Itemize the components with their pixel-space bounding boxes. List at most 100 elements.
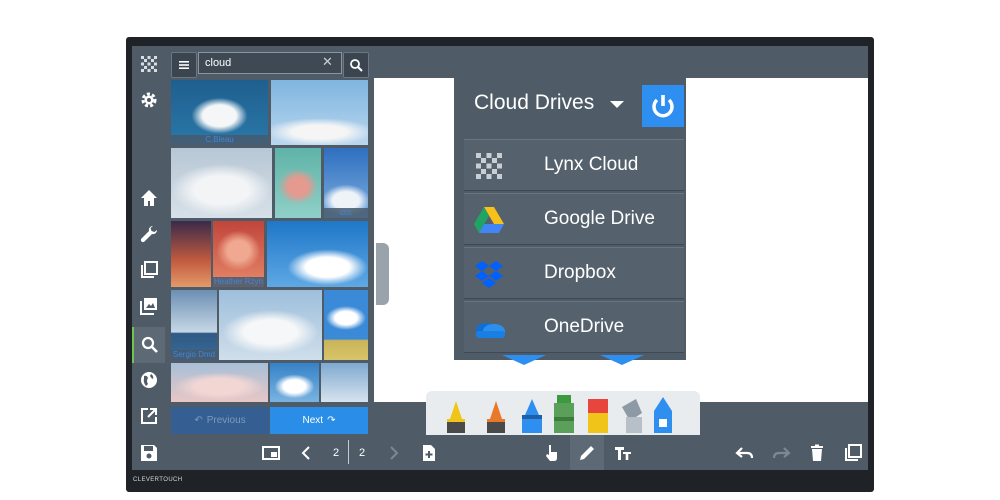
pen-tools-icon bbox=[447, 395, 672, 433]
undo-button[interactable] bbox=[730, 435, 760, 470]
shape-tool-icon bbox=[654, 397, 672, 433]
chevron-down-icon[interactable] bbox=[610, 101, 624, 108]
image-caption: Sergio Dmd bbox=[171, 350, 217, 360]
brand-logo: CLEVERTOUCH bbox=[133, 477, 183, 483]
image-result[interactable] bbox=[275, 148, 321, 218]
next-button[interactable]: Next ↷ bbox=[270, 407, 368, 434]
image-result[interactable] bbox=[324, 290, 368, 360]
external-link-icon bbox=[140, 408, 157, 424]
image-result[interactable] bbox=[321, 363, 368, 402]
panel-collapse-handle[interactable] bbox=[376, 243, 389, 305]
select-button[interactable] bbox=[536, 435, 566, 470]
image-search-panel: ✕ C.Bleau ccc Heather Rzyn bbox=[170, 51, 369, 434]
wrench-icon bbox=[140, 225, 157, 243]
power-button[interactable] bbox=[642, 85, 684, 127]
image-result[interactable]: ccc bbox=[324, 148, 368, 218]
current-page: 2 bbox=[328, 435, 344, 470]
home-icon bbox=[140, 190, 157, 206]
lynx-logo-icon bbox=[476, 153, 502, 179]
image-results-grid: C.Bleau ccc Heather Rzyn Sergio Dmd bbox=[171, 80, 368, 402]
search-bar: ✕ bbox=[170, 51, 369, 78]
image-result[interactable]: Sergio Dmd bbox=[171, 290, 217, 360]
cloud-drive-label: Dropbox bbox=[544, 262, 616, 283]
cloud-drive-label: Google Drive bbox=[544, 208, 655, 229]
undo-icon bbox=[735, 446, 754, 458]
image-caption: Heather Rzyn bbox=[213, 277, 264, 287]
page-divider bbox=[348, 440, 349, 464]
search-input[interactable] bbox=[198, 52, 342, 74]
total-pages: 2 bbox=[354, 435, 370, 470]
cloud-drives-panel: Cloud Drives Lynx Cloud Google Drive Dro… bbox=[454, 77, 686, 365]
highlighter-icon bbox=[487, 401, 505, 433]
globe-icon bbox=[140, 372, 157, 388]
tools-button[interactable] bbox=[132, 218, 165, 250]
chevron-right-icon bbox=[390, 445, 399, 460]
export-button[interactable] bbox=[132, 400, 165, 432]
image-result[interactable] bbox=[270, 363, 319, 402]
settings-button[interactable] bbox=[132, 84, 165, 116]
previous-page-button[interactable] bbox=[292, 435, 322, 470]
save-button[interactable] bbox=[132, 435, 165, 470]
pagination: ↶ Previous Next ↷ bbox=[171, 407, 368, 434]
image-result[interactable]: Heather Rzyn bbox=[213, 221, 264, 287]
current-page-number: 2 bbox=[332, 446, 340, 459]
add-page-button[interactable] bbox=[414, 435, 444, 470]
picture-in-picture-icon bbox=[262, 445, 280, 460]
cloud-drive-item-dropbox[interactable]: Dropbox bbox=[464, 247, 684, 299]
pen-tray bbox=[426, 391, 700, 435]
google-drive-icon bbox=[474, 207, 504, 233]
marker-icon bbox=[554, 395, 574, 433]
cloud-drives-title[interactable]: Cloud Drives bbox=[474, 91, 594, 115]
web-browser-button[interactable] bbox=[132, 364, 165, 396]
fill-bucket-icon bbox=[622, 399, 642, 433]
gear-icon bbox=[141, 92, 156, 108]
lynx-logo-button[interactable] bbox=[132, 48, 165, 80]
image-gallery-icon bbox=[139, 298, 157, 315]
next-label: Next bbox=[302, 415, 324, 426]
pen-icon bbox=[522, 399, 542, 433]
image-caption: C.Bleau bbox=[171, 135, 268, 145]
total-pages-number: 2 bbox=[358, 446, 366, 459]
save-icon bbox=[140, 444, 157, 461]
close-icon[interactable]: ✕ bbox=[322, 54, 333, 70]
media-button[interactable] bbox=[132, 290, 165, 322]
previous-label: Previous bbox=[206, 415, 246, 426]
image-caption: ccc bbox=[324, 208, 368, 218]
image-result[interactable] bbox=[267, 221, 368, 287]
eraser-icon bbox=[588, 399, 608, 433]
image-result[interactable] bbox=[171, 221, 211, 287]
scroll-down-indicator-icon bbox=[600, 355, 644, 365]
pencil-icon bbox=[580, 445, 594, 460]
highlighter-icon bbox=[447, 401, 465, 433]
image-result[interactable] bbox=[171, 148, 272, 218]
home-button[interactable] bbox=[132, 182, 165, 214]
pen-button[interactable] bbox=[570, 435, 604, 470]
search-tab-button[interactable] bbox=[132, 327, 165, 363]
image-result[interactable] bbox=[171, 363, 268, 402]
bottom-toolbar: 2 2 bbox=[132, 435, 868, 470]
page-view-button[interactable] bbox=[256, 435, 286, 470]
hamburger-icon bbox=[179, 61, 189, 69]
copy-page-button[interactable] bbox=[838, 435, 868, 470]
image-result[interactable] bbox=[271, 80, 368, 145]
previous-button[interactable]: ↶ Previous bbox=[171, 407, 269, 434]
cloud-drive-label: OneDrive bbox=[544, 316, 625, 337]
search-button[interactable] bbox=[343, 52, 369, 78]
text-size-icon bbox=[615, 446, 631, 460]
search-icon bbox=[141, 336, 158, 353]
monitor-bottom-bezel: CLEVERTOUCH bbox=[126, 470, 874, 492]
cloud-drive-item-google-drive[interactable]: Google Drive bbox=[464, 193, 684, 245]
cloud-drive-label: Lynx Cloud bbox=[544, 154, 639, 175]
cloud-drive-item-lynx[interactable]: Lynx Cloud bbox=[464, 139, 684, 191]
search-menu-button[interactable] bbox=[171, 52, 197, 78]
next-page-button[interactable] bbox=[378, 435, 408, 470]
image-result[interactable]: C.Bleau bbox=[171, 80, 268, 145]
lynx-logo-icon bbox=[140, 56, 157, 72]
text-button[interactable] bbox=[608, 435, 638, 470]
redo-button[interactable] bbox=[766, 435, 796, 470]
cloud-drive-item-onedrive[interactable]: OneDrive bbox=[464, 301, 684, 353]
delete-button[interactable] bbox=[802, 435, 832, 470]
add-page-icon bbox=[423, 444, 435, 461]
pages-button[interactable] bbox=[132, 254, 165, 286]
image-result[interactable] bbox=[219, 290, 322, 360]
